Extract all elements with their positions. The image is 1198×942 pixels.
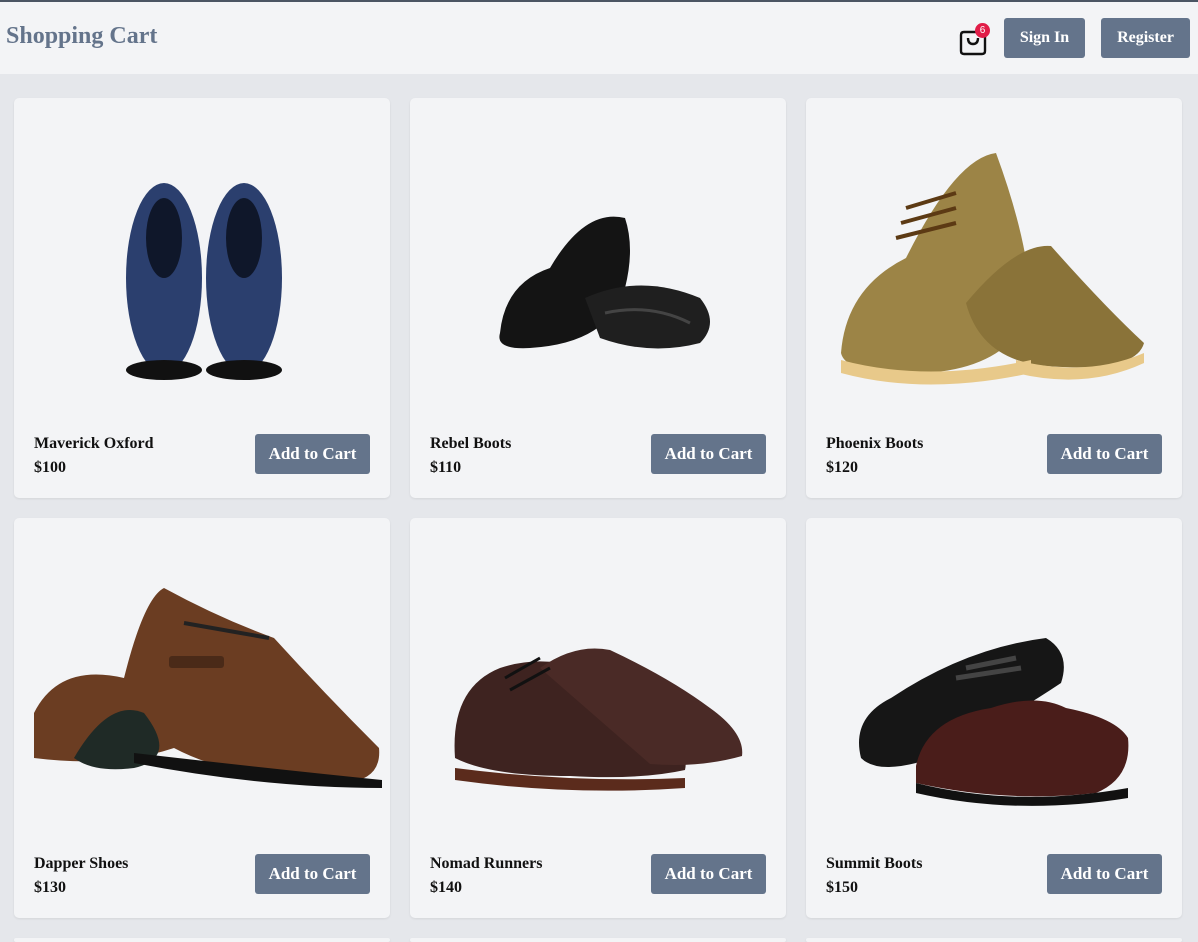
product-image[interactable]	[806, 98, 1182, 418]
product-price: $130	[34, 879, 66, 896]
product-image[interactable]	[806, 518, 1182, 838]
product-name: Dapper Shoes	[34, 855, 129, 872]
add-to-cart-button[interactable]: Add to Cart	[1047, 854, 1162, 894]
product-card: Phoenix Boots $120 Add to Cart	[806, 98, 1182, 498]
product-name: Rebel Boots	[430, 435, 512, 452]
product-card: Maverick Oxford $100 Add to Cart	[14, 98, 390, 498]
product-price: $150	[826, 879, 858, 896]
product-card-partial	[410, 938, 786, 942]
product-name: Nomad Runners	[430, 855, 543, 872]
product-card-partial	[806, 938, 1182, 942]
add-to-cart-button[interactable]: Add to Cart	[651, 854, 766, 894]
product-price: $140	[430, 879, 462, 896]
register-button[interactable]: Register	[1101, 18, 1190, 58]
product-card: Dapper Shoes $130 Add to Cart	[14, 518, 390, 918]
product-card-partial	[14, 938, 390, 942]
product-card: Summit Boots $150 Add to Cart	[806, 518, 1182, 918]
product-price: $120	[826, 459, 858, 476]
product-image[interactable]	[410, 518, 786, 838]
sign-in-button[interactable]: Sign In	[1004, 18, 1085, 58]
product-image[interactable]	[410, 98, 786, 418]
product-card: Nomad Runners $140 Add to Cart	[410, 518, 786, 918]
product-name: Summit Boots	[826, 855, 923, 872]
product-image[interactable]	[14, 98, 390, 418]
header-bar: Shopping Cart 6 Sign In Register	[0, 2, 1198, 74]
add-to-cart-button[interactable]: Add to Cart	[255, 854, 370, 894]
add-to-cart-button[interactable]: Add to Cart	[651, 434, 766, 474]
product-card: Rebel Boots $110 Add to Cart	[410, 98, 786, 498]
add-to-cart-button[interactable]: Add to Cart	[255, 434, 370, 474]
product-price: $100	[34, 459, 66, 476]
product-name: Maverick Oxford	[34, 435, 154, 452]
product-price: $110	[430, 459, 462, 476]
product-name: Phoenix Boots	[826, 435, 924, 452]
cart-count-badge: 6	[975, 23, 990, 38]
page-title: Shopping Cart	[6, 23, 158, 49]
add-to-cart-button[interactable]: Add to Cart	[1047, 434, 1162, 474]
product-image[interactable]	[14, 518, 390, 838]
